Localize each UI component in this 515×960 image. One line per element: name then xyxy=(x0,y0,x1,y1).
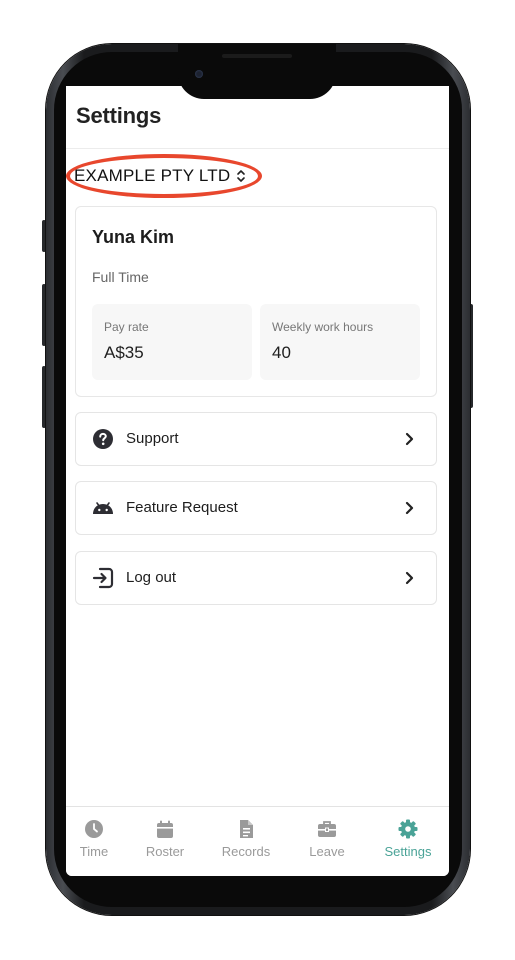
menu-item-support[interactable]: Support xyxy=(75,412,437,466)
chevron-right-icon xyxy=(405,571,414,585)
gear-icon xyxy=(398,819,418,839)
sign-in-icon xyxy=(92,567,114,589)
tab-settings[interactable]: Settings xyxy=(370,807,446,876)
tab-label: Settings xyxy=(384,844,432,859)
chevron-right-icon xyxy=(405,432,414,446)
front-camera xyxy=(195,70,203,78)
pay-rate-value: A$35 xyxy=(104,343,144,362)
tab-leave[interactable]: Leave xyxy=(289,807,365,876)
pay-rate-label: Pay rate xyxy=(104,320,149,334)
page-title: Settings xyxy=(76,103,162,128)
app-screen: Settings EXAMPLE PTY LTD Yuna Kim Full T… xyxy=(66,86,449,876)
company-highlight-annotation xyxy=(66,154,262,198)
tab-label: Leave xyxy=(309,844,345,859)
android-icon xyxy=(92,497,114,519)
clock-icon xyxy=(85,820,103,838)
pay-rate-box: Pay rate A$35 xyxy=(92,304,252,380)
weekly-hours-label: Weekly work hours xyxy=(272,320,374,334)
menu-item-label: Log out xyxy=(126,569,177,586)
question-circle-icon xyxy=(92,428,114,450)
file-icon xyxy=(240,820,253,838)
menu-item-label: Feature Request xyxy=(126,499,238,516)
calendar-icon xyxy=(157,820,173,838)
tab-label: Records xyxy=(221,844,271,859)
tab-label: Roster xyxy=(145,844,185,859)
tab-label: Time xyxy=(79,844,109,859)
menu-item-label: Support xyxy=(126,430,179,447)
tab-time[interactable]: Time xyxy=(66,807,132,876)
weekly-hours-value: 40 xyxy=(272,343,291,362)
briefcase-icon xyxy=(318,821,336,837)
menu-item-log-out[interactable]: Log out xyxy=(75,551,437,605)
chevron-right-icon xyxy=(405,501,414,515)
employment-type: Full Time xyxy=(92,269,149,285)
employee-name: Yuna Kim xyxy=(92,227,175,247)
phone-speaker xyxy=(222,54,292,58)
employee-card: Yuna Kim Full Time Pay rate A$35 Weekly … xyxy=(75,206,437,397)
bottom-tab-bar: Time Roster Records Leave Settings xyxy=(66,806,449,876)
menu-item-feature-request[interactable]: Feature Request xyxy=(75,481,437,535)
tab-records[interactable]: Records xyxy=(208,807,284,876)
weekly-hours-box: Weekly work hours 40 xyxy=(260,304,420,380)
tab-roster[interactable]: Roster xyxy=(127,807,203,876)
